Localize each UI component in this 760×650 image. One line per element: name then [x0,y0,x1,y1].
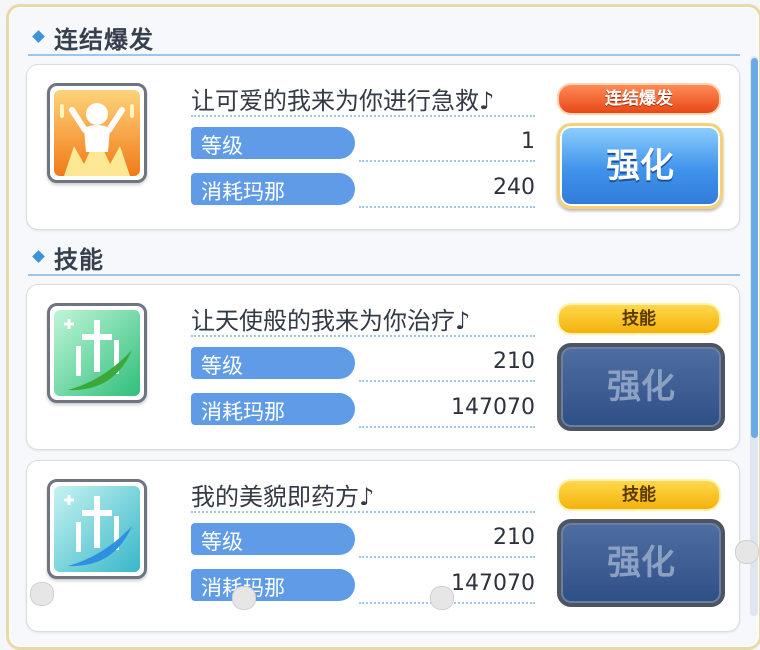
union-burst-cheer-icon [54,90,140,176]
level-value: 1 [521,129,535,154]
enhance-button[interactable]: 强化 [557,343,725,431]
dotted-divider [191,511,535,513]
section-divider [28,54,740,56]
heal-sparkle-green-icon [54,310,140,396]
section-header-union-burst: 连结爆发 [28,20,740,60]
dotted-divider [191,115,535,117]
level-label: 等级 [201,354,243,378]
level-label: 等级 [201,134,243,158]
scrollbar-thumb[interactable] [751,58,758,438]
level-row: 等级 1 [191,127,535,162]
skill-icon-frame [47,303,147,403]
section-title: 连结爆发 [54,26,154,54]
dotted-divider [359,426,535,428]
level-row: 等级 210 [191,523,535,558]
mana-cost-value: 147070 [451,571,535,596]
skill-name: 让可爱的我来为你进行急救♪ [191,87,495,115]
dotted-divider [359,556,535,558]
section-header-skills: 技能 [28,240,740,280]
level-value: 210 [493,525,535,550]
skill-name: 我的美貌即药方♪ [191,483,375,511]
skill-type-badge: 连结爆发 [557,83,721,115]
skill-icon-frame [47,479,147,579]
enhance-button[interactable]: 强化 [557,519,725,607]
dotted-divider [359,160,535,162]
section-divider [28,274,740,276]
dotted-divider [359,380,535,382]
level-label: 等级 [201,530,243,554]
level-row: 等级 210 [191,347,535,382]
dotted-divider [191,335,535,337]
diamond-bullet-icon [32,30,45,43]
section-title: 技能 [54,246,104,274]
overlay-circle-icon[interactable] [232,586,256,610]
skill-card-union-burst: 让可爱的我来为你进行急救♪ 等级 1 消耗玛那 240 连结爆发 强化 [26,64,740,230]
overlay-circle-icon[interactable] [30,582,54,606]
mana-cost-label: 消耗玛那 [201,180,285,204]
skill-icon-frame [47,83,147,183]
enhance-button[interactable]: 强化 [557,123,723,209]
skill-name: 让天使般的我来为你治疗♪ [191,307,471,335]
skill-card-2: 我的美貌即药方♪ 等级 210 消耗玛那 147070 技能 强化 [26,460,740,632]
skill-card-1: 让天使般的我来为你治疗♪ 等级 210 消耗玛那 147070 技能 强化 [26,284,740,450]
heal-sparkle-blue-icon [54,486,140,572]
mana-cost-value: 240 [493,175,535,200]
level-value: 210 [493,349,535,374]
mana-cost-value: 147070 [451,395,535,420]
overlay-circle-icon[interactable] [735,540,759,564]
skill-type-badge: 技能 [557,303,721,335]
diamond-bullet-icon [32,250,45,263]
mana-cost-row: 消耗玛那 147070 [191,393,535,428]
mana-cost-row: 消耗玛那 240 [191,173,535,208]
dotted-divider [359,206,535,208]
mana-cost-label: 消耗玛那 [201,400,285,424]
overlay-circle-icon[interactable] [430,586,454,610]
skill-type-badge: 技能 [557,479,721,511]
